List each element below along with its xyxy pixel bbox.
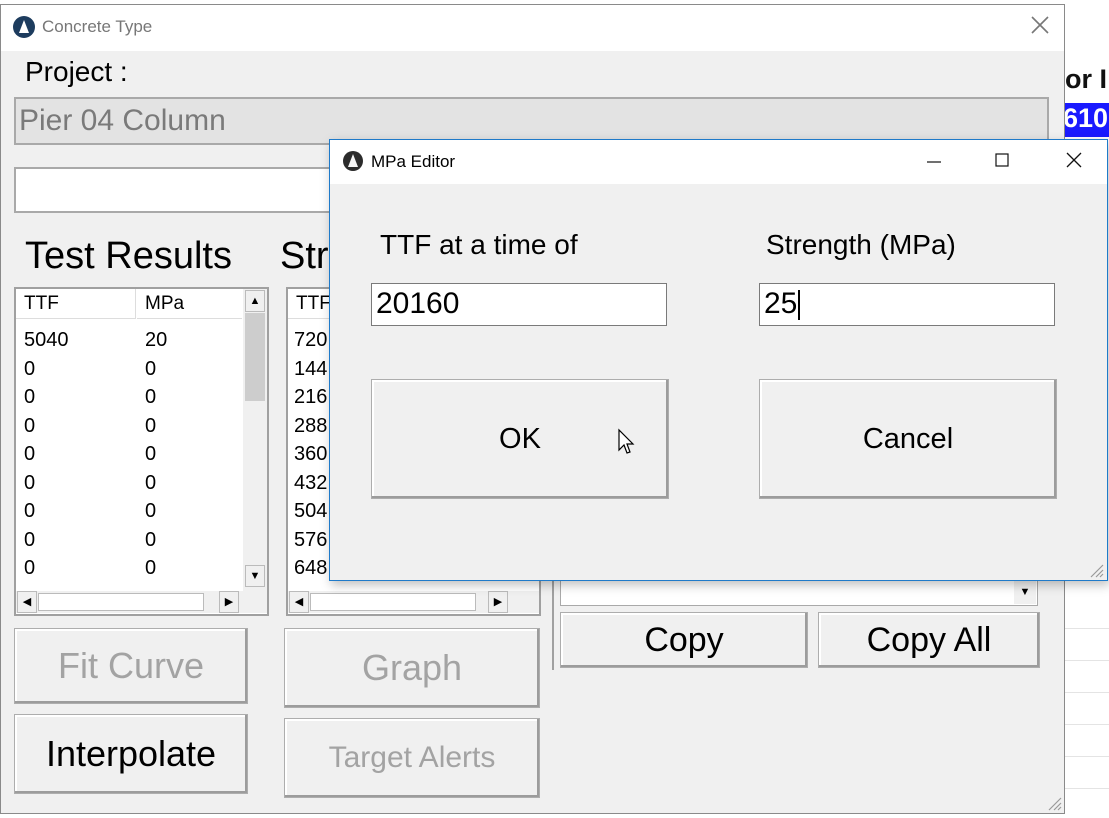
dialog-title: MPa Editor <box>371 152 456 171</box>
panel-divider <box>552 578 554 670</box>
scroll-right-icon[interactable]: ▶ <box>488 591 508 613</box>
background-grid-line <box>1065 692 1109 693</box>
table-cell[interactable]: 0 <box>145 443 156 466</box>
background-grid-line <box>1065 756 1109 757</box>
ttf-label-clip: TTF at a time of <box>380 229 660 273</box>
target-alerts-button[interactable]: Target Alerts <box>284 718 540 798</box>
table-cell[interactable]: 288 <box>294 415 327 438</box>
horizontal-scrollbar[interactable]: ◀ ▶ <box>288 591 539 613</box>
table-cell[interactable]: 144 <box>294 358 327 381</box>
table-cell[interactable]: 0 <box>145 415 156 438</box>
background-grid-line <box>1065 788 1109 789</box>
project-field: Pier 04 Column <box>14 97 1049 145</box>
table-cell[interactable]: 0 <box>145 472 156 495</box>
table-cell[interactable]: 0 <box>24 500 35 523</box>
interpolate-button[interactable]: Interpolate <box>14 714 248 794</box>
ttf-input[interactable]: 20160 <box>371 283 667 326</box>
close-icon[interactable] <box>1060 148 1088 178</box>
mpa-column-header[interactable]: MPa <box>137 289 242 319</box>
background-grid-line <box>1065 660 1109 661</box>
scroll-thumb[interactable] <box>310 593 476 611</box>
table-cell[interactable]: 0 <box>24 443 35 466</box>
description-field[interactable] <box>14 167 334 213</box>
table-cell[interactable]: 360 <box>294 443 327 466</box>
resize-grip-icon[interactable] <box>1046 795 1062 811</box>
table-cell[interactable]: 216 <box>294 386 327 409</box>
table-cell[interactable]: 0 <box>24 472 35 495</box>
mpa-editor-dialog <box>329 139 1108 581</box>
scroll-left-icon[interactable]: ◀ <box>289 591 309 613</box>
table-cell[interactable]: 0 <box>145 386 156 409</box>
strength-value: 25 <box>764 287 798 320</box>
table-cell[interactable]: 576 <box>294 529 327 552</box>
background-column-header: or I <box>1065 64 1108 94</box>
table-cell[interactable]: 0 <box>145 529 156 552</box>
table-cell[interactable]: 0 <box>24 415 35 438</box>
scroll-right-icon[interactable]: ▶ <box>219 591 239 613</box>
horizontal-scrollbar[interactable]: ◀ ▶ <box>16 591 267 613</box>
test-results-list[interactable]: TTF MPa ▲ ▼ ◀ ▶ 5040 20 0 0 0 0 0 0 0 0 … <box>14 287 269 616</box>
scroll-left-icon[interactable]: ◀ <box>17 591 37 613</box>
background-selected-cell[interactable]: 610 <box>1063 103 1109 137</box>
copy-all-button[interactable]: Copy All <box>818 612 1040 668</box>
window-titlebar[interactable] <box>1 5 1064 51</box>
table-cell[interactable]: 0 <box>145 557 156 580</box>
test-results-heading: Test Results <box>25 235 232 277</box>
table-cell[interactable]: 0 <box>145 500 156 523</box>
scroll-thumb[interactable] <box>38 593 204 611</box>
table-cell[interactable]: 432 <box>294 472 327 495</box>
ttf-column-header[interactable]: TTF <box>16 289 136 319</box>
table-cell[interactable]: 648 <box>294 557 327 580</box>
copy-button[interactable]: Copy <box>560 612 808 668</box>
resize-grip-icon[interactable] <box>1088 562 1104 578</box>
vertical-scrollbar[interactable]: ▲ ▼ <box>243 289 267 591</box>
background-grid-line <box>1065 724 1109 725</box>
table-cell[interactable]: 20 <box>145 329 167 352</box>
strength-heading: Str <box>280 235 329 277</box>
table-cell[interactable]: 5040 <box>24 329 69 352</box>
table-cell[interactable]: 0 <box>24 557 35 580</box>
minimize-icon[interactable] <box>920 148 948 178</box>
project-label: Project : <box>25 56 128 87</box>
background-grid-line <box>1065 628 1109 629</box>
scroll-down-icon[interactable]: ▼ <box>245 565 265 587</box>
text-cursor <box>798 290 801 321</box>
mouse-pointer-icon <box>617 428 635 461</box>
graph-button[interactable]: Graph <box>284 628 540 708</box>
table-cell[interactable]: 0 <box>24 358 35 381</box>
app-logo-icon <box>13 16 35 38</box>
table-cell[interactable]: 0 <box>24 529 35 552</box>
table-cell[interactable]: 504 <box>294 500 327 523</box>
ttf-label: TTF at a time of <box>380 229 578 260</box>
strength-label: Strength (MPa) <box>766 229 956 260</box>
scroll-thumb[interactable] <box>245 313 265 401</box>
maximize-icon[interactable] <box>988 148 1016 178</box>
fit-curve-button[interactable]: Fit Curve <box>14 628 248 704</box>
chevron-down-icon[interactable]: ▼ <box>1014 580 1036 604</box>
table-cell[interactable]: 0 <box>24 386 35 409</box>
results-combo[interactable]: ▼ <box>560 578 1038 606</box>
window-title: Concrete Type <box>42 17 153 36</box>
scroll-up-icon[interactable]: ▲ <box>245 290 265 312</box>
app-logo-icon <box>343 151 363 171</box>
table-cell[interactable]: 720 <box>294 329 327 352</box>
strength-input[interactable]: 25 <box>759 283 1055 326</box>
table-cell[interactable]: 0 <box>145 358 156 381</box>
cancel-button[interactable]: Cancel <box>759 379 1057 499</box>
close-icon[interactable] <box>1030 14 1050 42</box>
